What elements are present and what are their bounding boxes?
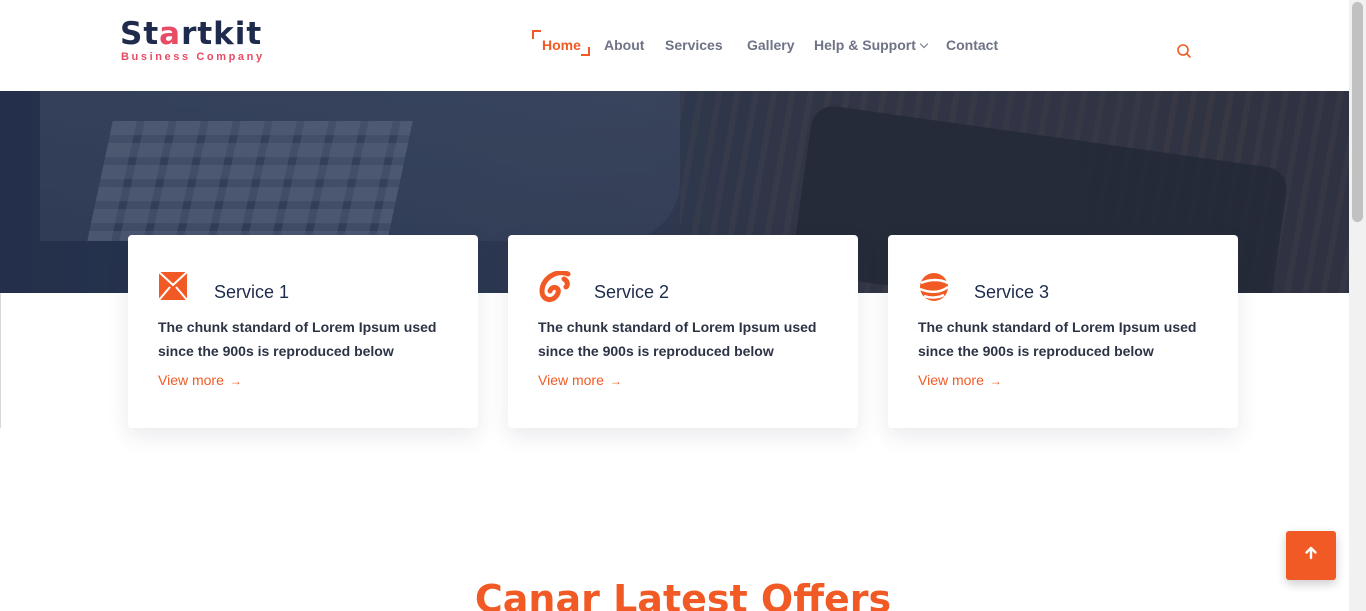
service-description: The chunk standard of Lorem Ipsum used s… [158, 319, 437, 359]
envelope-icon [158, 271, 190, 303]
nav-help-support-label: Help & Support [814, 37, 916, 53]
nav-home[interactable]: Home [542, 37, 581, 53]
nav-services[interactable]: Services [665, 37, 723, 53]
service-card-1: Service 1 The chunk standard of Lorem Ip… [128, 235, 478, 428]
arrow-right-icon: → [229, 374, 242, 388]
nav-contact[interactable]: Contact [946, 37, 998, 53]
offers-section-title: Canar Latest Offers [474, 577, 892, 611]
service-title: Service 2 [594, 282, 670, 302]
view-more-label: View more [538, 372, 604, 388]
view-more-label: View more [918, 372, 984, 388]
arrow-right-icon: → [989, 374, 1002, 388]
service-card-3: Service 3 The chunk standard of Lorem Ip… [888, 235, 1238, 428]
scroll-to-top-button[interactable] [1286, 531, 1336, 580]
scrollbar-thumb[interactable] [1352, 2, 1363, 222]
logo-wordmark: Startkit [120, 16, 263, 52]
nav-gallery[interactable]: Gallery [747, 37, 794, 53]
service-title: Service 3 [974, 282, 1050, 302]
page: Startkit Business Company Home About Ser… [0, 0, 1366, 611]
view-more-link[interactable]: View more → [538, 372, 622, 388]
service-description: The chunk standard of Lorem Ipsum used s… [918, 319, 1197, 359]
site-header: Startkit Business Company Home About Ser… [0, 0, 1349, 91]
edge-divider [0, 293, 1, 428]
nav-help-support[interactable]: Help & Support [814, 37, 929, 53]
nav-about[interactable]: About [604, 37, 644, 53]
view-more-label: View more [158, 372, 224, 388]
logo[interactable]: Startkit Business Company [120, 18, 290, 68]
active-bracket-top-left [532, 30, 541, 39]
service-title: Service 1 [214, 282, 290, 302]
view-more-link[interactable]: View more → [158, 372, 242, 388]
arrow-up-icon [1304, 546, 1318, 565]
active-bracket-bottom-right [581, 47, 590, 56]
search-icon[interactable] [1176, 43, 1192, 59]
arrow-right-icon: → [609, 374, 622, 388]
chevron-down-icon [919, 39, 929, 49]
view-more-link[interactable]: View more → [918, 372, 1002, 388]
page-scrollbar[interactable] [1349, 0, 1366, 611]
swirl-icon [538, 270, 571, 303]
service-description: The chunk standard of Lorem Ipsum used s… [538, 319, 817, 359]
globe-icon [918, 271, 950, 303]
service-card-2: Service 2 The chunk standard of Lorem Ip… [508, 235, 858, 428]
logo-tagline: Business Company [121, 51, 265, 63]
